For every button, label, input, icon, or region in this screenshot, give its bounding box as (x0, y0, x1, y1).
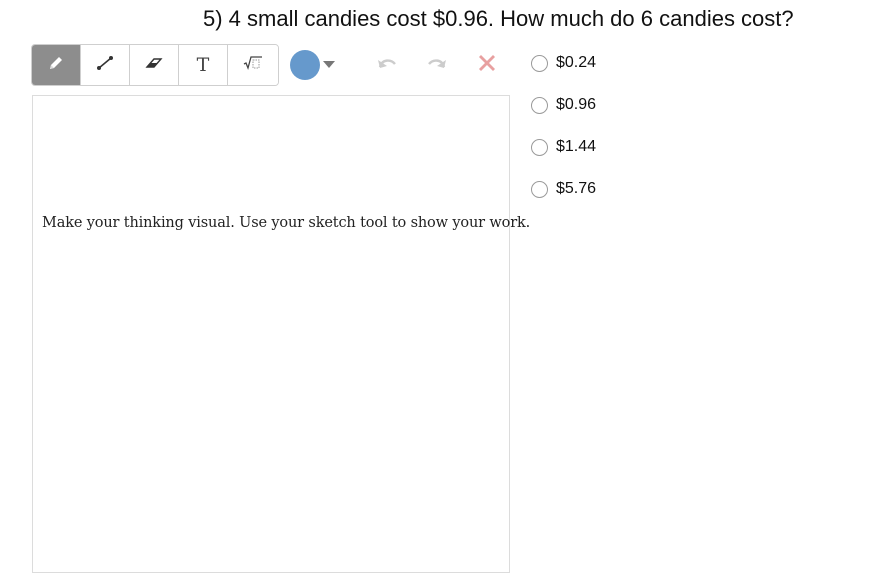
chevron-down-icon[interactable] (323, 61, 335, 68)
choice-option[interactable]: $0.24 (531, 53, 596, 73)
sketch-canvas[interactable]: Make your thinking visual. Use your sket… (32, 95, 530, 573)
radio-button[interactable] (531, 96, 548, 114)
pencil-icon (47, 54, 65, 77)
choice-label: $0.96 (556, 96, 597, 113)
text-icon: T (196, 54, 210, 76)
radio-button[interactable] (531, 138, 548, 156)
eraser-tool-button[interactable] (130, 45, 179, 85)
tool-group: T (31, 44, 279, 86)
choice-label: $1.44 (556, 138, 597, 155)
eraser-icon (145, 54, 163, 77)
redo-button[interactable] (424, 52, 450, 78)
choice-label: $0.24 (556, 54, 597, 71)
math-icon (243, 55, 263, 76)
canvas-instruction: Make your thinking visual. Use your sket… (42, 215, 531, 231)
math-tool-button[interactable] (228, 45, 278, 85)
line-tool-button[interactable] (81, 45, 130, 85)
clear-icon (477, 53, 497, 78)
radio-button[interactable] (531, 180, 548, 198)
radio-button[interactable] (531, 54, 548, 72)
line-icon (96, 54, 114, 77)
undo-icon (375, 53, 399, 78)
question-text: 5) 4 small candies cost $0.96. How much … (203, 6, 794, 31)
sketch-toolbar: T (31, 44, 279, 86)
undo-button[interactable] (374, 52, 400, 78)
redo-icon (425, 53, 449, 78)
choice-option[interactable]: $0.96 (531, 95, 596, 115)
clear-button[interactable] (474, 52, 500, 78)
choice-option[interactable]: $5.76 (531, 179, 596, 199)
choice-label: $5.76 (556, 180, 597, 197)
answer-choices: $0.24 $0.96 $1.44 $5.76 (531, 53, 596, 221)
pencil-tool-button[interactable] (32, 45, 81, 85)
choice-option[interactable]: $1.44 (531, 137, 596, 157)
color-picker-swatch[interactable] (290, 50, 320, 80)
text-tool-button[interactable]: T (179, 45, 228, 85)
